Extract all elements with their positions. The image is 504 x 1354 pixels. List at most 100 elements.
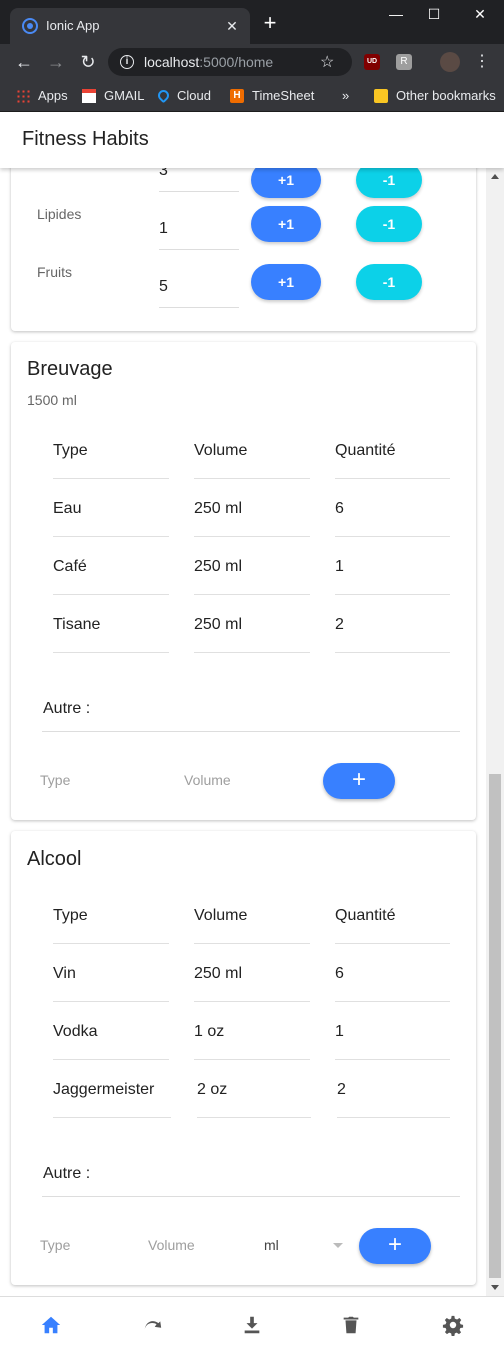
header-quantite: Quantité <box>335 886 450 944</box>
app-viewport: Fitness Habits 3 +1 -1 Lipides 1 +1 -1 F… <box>0 112 504 1354</box>
autre-label: Autre : <box>43 1165 91 1182</box>
add-alcohol-button[interactable]: + <box>359 1228 431 1264</box>
header-quantite: Quantité <box>335 421 450 479</box>
breuvage-card: Breuvage 1500 ml Type Volume Quantité Ea… <box>11 342 476 820</box>
fruits-decrement-button[interactable]: -1 <box>356 264 422 300</box>
browser-window: Ionic App ✕ + — ☐ ✕ ← → ↻ i localhost:50… <box>0 0 504 1354</box>
drink-type-cell[interactable]: Tisane <box>53 595 169 653</box>
tab-settings[interactable] <box>439 1311 467 1339</box>
bookmark-cloud[interactable]: Cloud <box>155 86 211 106</box>
address-bar[interactable]: i localhost:5000/home <box>108 48 352 76</box>
scrollbar[interactable] <box>486 168 504 1296</box>
alcohol-type-cell[interactable]: Jaggermeister <box>53 1060 171 1118</box>
bookmark-timesheet[interactable]: H TimeSheet <box>230 86 314 106</box>
alcool-title: Alcool <box>27 848 82 870</box>
drink-quantity-cell[interactable]: 2 <box>335 595 450 653</box>
browser-menu-icon[interactable]: ⋮ <box>474 51 490 71</box>
drink-volume-cell[interactable]: 250 ml <box>194 537 310 595</box>
lipides-increment-button[interactable]: +1 <box>251 206 321 242</box>
fruits-value-field[interactable]: 5 <box>159 264 239 308</box>
scroll-up-icon[interactable] <box>491 174 499 179</box>
divider <box>42 731 460 732</box>
redo-icon <box>144 1321 162 1330</box>
decrement-button[interactable]: -1 <box>356 168 422 198</box>
header-type: Type <box>53 886 169 944</box>
nutrition-value-field[interactable]: 3 <box>159 168 239 192</box>
lipides-value-field[interactable]: 1 <box>159 206 239 250</box>
volume-input[interactable]: Volume <box>184 772 231 788</box>
breuvage-total: 1500 ml <box>27 392 77 408</box>
new-tab-button[interactable]: + <box>258 12 282 34</box>
cloud-icon <box>155 87 172 104</box>
volume-input[interactable]: Volume <box>148 1237 195 1253</box>
alcohol-volume-cell[interactable]: 250 ml <box>194 944 310 1002</box>
header-volume: Volume <box>194 421 310 479</box>
tab-close-icon[interactable]: ✕ <box>222 16 242 36</box>
alcool-card: Alcool Type Volume Quantité Vin 250 ml 6… <box>11 831 476 1285</box>
tab-home[interactable] <box>37 1311 65 1339</box>
alcohol-type-cell[interactable]: Vodka <box>53 1002 169 1060</box>
alcohol-type-cell[interactable]: Vin <box>53 944 169 1002</box>
bookmarks-overflow-icon[interactable]: » <box>342 86 349 106</box>
drink-quantity-cell[interactable]: 1 <box>335 537 450 595</box>
browser-tab[interactable]: Ionic App ✕ <box>10 8 250 44</box>
lipides-decrement-button[interactable]: -1 <box>356 206 422 242</box>
bottom-tab-bar <box>0 1296 504 1354</box>
alcohol-volume-cell[interactable]: 1 oz <box>194 1002 310 1060</box>
tab-redo[interactable] <box>138 1311 166 1339</box>
type-input[interactable]: Type <box>40 772 70 788</box>
fruits-increment-button[interactable]: +1 <box>251 264 321 300</box>
trash-icon <box>343 1316 359 1334</box>
reload-icon[interactable]: ↻ <box>76 51 100 73</box>
forward-arrow-icon[interactable]: → <box>44 51 68 73</box>
tab-download[interactable] <box>238 1311 266 1339</box>
gmail-icon <box>82 88 96 103</box>
drink-quantity-cell[interactable]: 6 <box>335 479 450 537</box>
chevron-down-icon[interactable] <box>333 1243 343 1248</box>
r-extension-icon[interactable]: R <box>396 54 412 70</box>
bookmark-gmail[interactable]: GMAIL <box>82 86 144 106</box>
window-close-icon[interactable]: ✕ <box>466 6 494 23</box>
bookmark-other[interactable]: Other bookmarks <box>374 86 496 106</box>
drink-type-cell[interactable]: Eau <box>53 479 169 537</box>
alcohol-quantity-cell[interactable]: 1 <box>335 1002 450 1060</box>
add-drink-button[interactable]: + <box>323 763 395 799</box>
minimize-icon[interactable]: — <box>382 6 410 22</box>
folder-icon <box>374 88 388 103</box>
browser-toolbar: ← → ↻ i localhost:5000/home ☆ UD R ⋮ <box>0 44 504 80</box>
site-info-icon[interactable]: i <box>120 55 134 69</box>
header-type: Type <box>53 421 169 479</box>
type-input[interactable]: Type <box>40 1237 70 1253</box>
page-title: Fitness Habits <box>22 128 149 150</box>
scrollbar-thumb[interactable] <box>489 774 501 1278</box>
drink-volume-cell[interactable]: 250 ml <box>194 479 310 537</box>
increment-button[interactable]: +1 <box>251 168 321 198</box>
ionic-favicon-icon <box>22 18 38 34</box>
nutrition-label-lipides: Lipides <box>37 206 82 222</box>
bookmark-star-icon[interactable]: ☆ <box>320 52 334 72</box>
breuvage-title: Breuvage <box>27 358 113 380</box>
back-arrow-icon[interactable]: ← <box>12 51 36 73</box>
unit-select[interactable]: ml <box>264 1237 279 1253</box>
bookmark-apps[interactable]: Apps <box>16 86 68 106</box>
ublock-extension-icon[interactable]: UD <box>364 54 380 70</box>
title-bar: Ionic App ✕ + — ☐ ✕ <box>0 0 504 44</box>
tab-trash[interactable] <box>337 1311 365 1339</box>
alcohol-quantity-cell[interactable]: 6 <box>335 944 450 1002</box>
header-volume: Volume <box>194 886 310 944</box>
drink-volume-cell[interactable]: 250 ml <box>194 595 310 653</box>
scroll-down-icon[interactable] <box>491 1285 499 1290</box>
alcohol-volume-cell[interactable]: 2 oz <box>197 1060 311 1118</box>
url-text: localhost:5000/home <box>144 54 274 70</box>
nutrition-label-fruits: Fruits <box>37 264 72 280</box>
drink-type-cell[interactable]: Café <box>53 537 169 595</box>
scroll-content: 3 +1 -1 Lipides 1 +1 -1 Fruits 5 +1 -1 B… <box>0 168 486 1296</box>
tab-title: Ionic App <box>46 18 100 33</box>
alcohol-quantity-cell[interactable]: 2 <box>337 1060 450 1118</box>
nutrition-card: 3 +1 -1 Lipides 1 +1 -1 Fruits 5 +1 -1 <box>11 168 476 331</box>
download-icon <box>244 1316 260 1334</box>
maximize-icon[interactable]: ☐ <box>420 6 448 23</box>
autre-label: Autre : <box>43 700 91 717</box>
home-icon <box>41 1316 61 1334</box>
profile-avatar[interactable] <box>440 52 460 72</box>
